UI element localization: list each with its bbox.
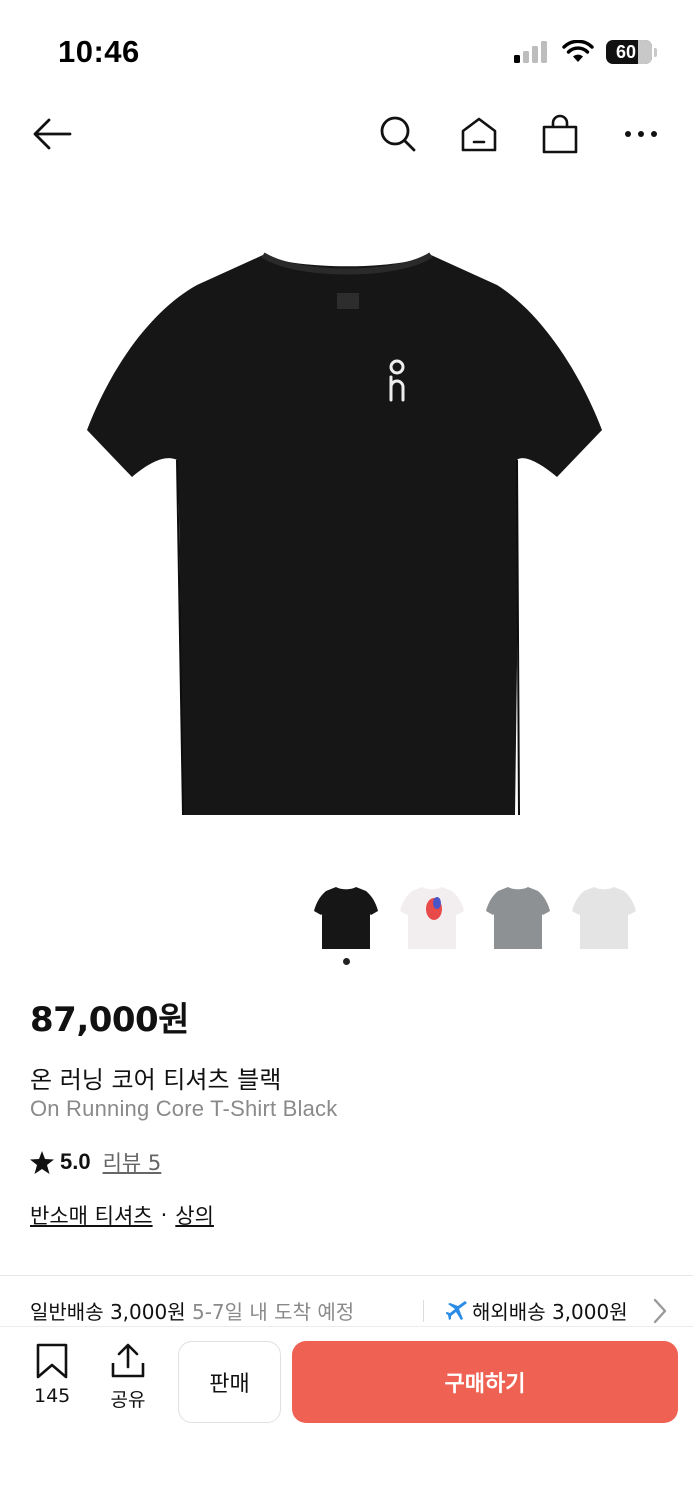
search-icon: [380, 116, 416, 152]
thumbnail-gray-tee[interactable]: [482, 878, 554, 954]
selected-thumbnail-indicator: [343, 958, 350, 965]
product-image[interactable]: [0, 170, 693, 860]
black-tee-thumb: [314, 887, 378, 949]
white-tee-thumb: [572, 887, 636, 949]
buy-button[interactable]: 구매하기: [292, 1341, 678, 1423]
home-button[interactable]: [455, 110, 503, 158]
back-arrow-icon: [33, 118, 72, 150]
category-link-tops[interactable]: 상의: [175, 1200, 214, 1230]
thumbnail-strip: [0, 872, 693, 962]
cart-button[interactable]: [536, 110, 584, 158]
overseas-shipping-label: 해외배송 3,000원: [472, 1300, 628, 1324]
rating-score: 5.0: [60, 1149, 91, 1174]
bottom-action-bar: 145 공유 판매 구매하기: [0, 1326, 693, 1500]
product-name-korean: 온 러닝 코어 티셔츠 블랙: [30, 1066, 282, 1094]
status-bar: 10:46 60: [0, 0, 693, 100]
more-icon: [625, 131, 657, 137]
bookmark-button[interactable]: 145: [34, 1343, 70, 1407]
star-icon: [30, 1150, 54, 1174]
thumbnail-white-tee[interactable]: [568, 878, 640, 954]
white-graphic-tee-thumb: [400, 887, 464, 949]
shopping-bag-icon: [542, 114, 578, 154]
normal-shipping-label: 일반배송 3,000원: [30, 1300, 186, 1324]
thumbnail-black-tee[interactable]: [310, 878, 382, 954]
wifi-icon: [562, 40, 594, 62]
share-label: 공유: [110, 1389, 146, 1411]
cellular-signal-icon: [514, 41, 547, 63]
bookmark-icon: [36, 1343, 68, 1379]
product-price: 87,000원: [30, 1000, 189, 1040]
normal-shipping-eta: 5-7일 내 도착 예정: [191, 1300, 355, 1324]
category-link-short-sleeve[interactable]: 반소매 티셔츠: [30, 1200, 153, 1230]
category-separator: ·: [160, 1203, 168, 1227]
sell-button[interactable]: 판매: [178, 1341, 281, 1423]
more-button[interactable]: [617, 110, 665, 158]
share-button[interactable]: 공유: [110, 1343, 146, 1412]
status-indicators: 60: [514, 40, 657, 64]
section-divider: [0, 1275, 693, 1276]
home-icon: [461, 117, 497, 152]
search-button[interactable]: [374, 110, 422, 158]
tshirt-image: [86, 252, 602, 815]
category-breadcrumb: 반소매 티셔츠 · 상의: [30, 1200, 214, 1230]
product-name-english: On Running Core T-Shirt Black: [30, 1096, 338, 1121]
airplane-icon: [446, 1300, 467, 1320]
top-nav: [0, 100, 693, 170]
status-time: 10:46: [58, 34, 140, 69]
battery-level: 60: [615, 41, 637, 62]
battery-icon: 60: [606, 40, 652, 64]
overseas-shipping: 해외배송 3,000원: [446, 1296, 646, 1325]
rating-row: 5.0 리뷰 5: [30, 1147, 161, 1177]
gray-tee-thumb: [486, 887, 550, 949]
bookmark-count: 145: [34, 1385, 71, 1407]
back-button[interactable]: [28, 110, 76, 158]
normal-shipping: 일반배송 3,000원 5-7일 내 도착 예정: [30, 1296, 354, 1325]
chevron-right-icon: [653, 1298, 667, 1324]
share-icon: [111, 1343, 145, 1378]
shipping-separator: [423, 1300, 424, 1322]
review-link[interactable]: 리뷰 5: [103, 1147, 162, 1177]
thumbnail-white-graphic-tee[interactable]: [396, 878, 468, 954]
